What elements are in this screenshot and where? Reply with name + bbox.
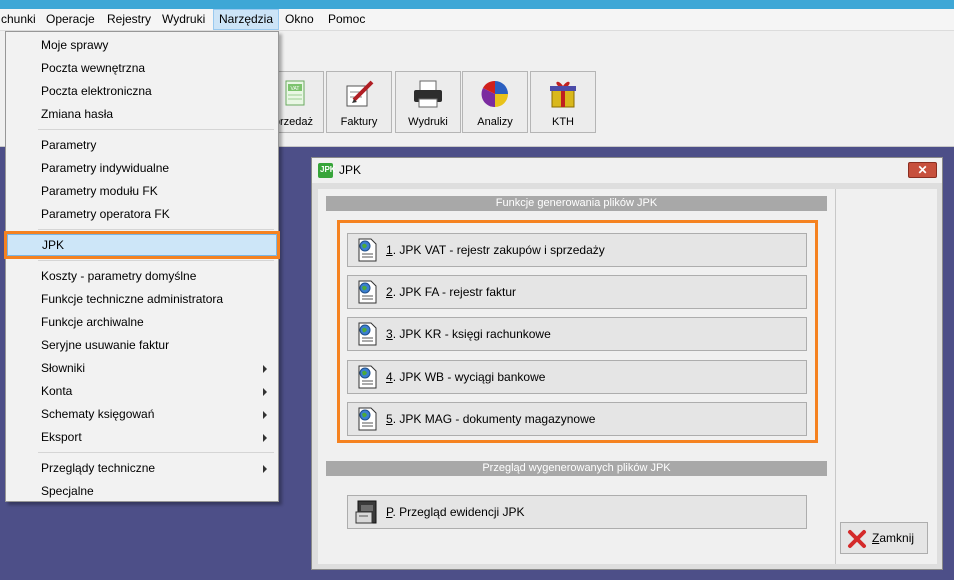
- menu-item-schematy-ksi-gowa-[interactable]: Schematy księgowań: [7, 403, 277, 425]
- pie-chart-icon: [481, 80, 508, 108]
- svg-text:VAT: VAT: [291, 86, 300, 92]
- app-title-bar: [0, 0, 954, 9]
- menu-item-label: Przeglądy techniczne: [41, 461, 156, 475]
- menu-pomoc[interactable]: Pomoc: [323, 9, 370, 30]
- toolbar-button-analizy[interactable]: Analizy: [462, 71, 528, 133]
- menu-rachunki[interactable]: chunki: [0, 9, 41, 30]
- archive-cabinet-icon: [355, 500, 377, 524]
- close-label: amknij: [879, 531, 915, 545]
- menu-wydruki[interactable]: Wydruki: [157, 9, 210, 30]
- menu-item-label: Poczta wewnętrzna: [41, 61, 146, 75]
- menu-item-moje-sprawy[interactable]: Moje sprawy: [7, 34, 277, 56]
- menu-item-label: Schematy księgowań: [41, 407, 155, 421]
- toolbar-button-wydruki[interactable]: Wydruki: [395, 71, 461, 133]
- section-header-review: Przegląd wygenerowanych plików JPK: [326, 461, 827, 476]
- menu-item-zmiana-has-a[interactable]: Zmiana hasła: [7, 103, 277, 125]
- menu-item-koszty-parametry-domy-lne[interactable]: Koszty - parametry domyślne: [7, 265, 277, 287]
- jpk-window-title: JPK: [339, 163, 362, 177]
- menu-item-parametry-modu-u-fk[interactable]: Parametry modułu FK: [7, 180, 277, 202]
- menu-rejestry[interactable]: Rejestry: [102, 9, 156, 30]
- narzedzia-dropdown-menu: Moje sprawy Poczta wewnętrzna Poczta elekt…: [4, 31, 280, 502]
- menu-item-label: Parametry operatora FK: [41, 207, 170, 221]
- menu-item-funkcje-techniczne-administratora[interactable]: Funkcje techniczne administratora: [7, 288, 277, 310]
- toolbar-label-analizy: Analizy: [477, 116, 513, 128]
- menu-narzedzia[interactable]: Narzędzia: [213, 9, 280, 30]
- menu-item-label: Konta: [41, 384, 73, 398]
- menu-item-przegl-dy-techniczne[interactable]: Przeglądy techniczne: [7, 457, 277, 479]
- menu-item-parametry-indywidualne[interactable]: Parametry indywidualne: [7, 157, 277, 179]
- jpk-review-button[interactable]: P. Przegląd ewidencji JPK: [347, 495, 807, 529]
- menu-separator: [38, 452, 274, 453]
- window-close-icon[interactable]: ✕: [908, 162, 937, 178]
- menu-separator: [38, 260, 274, 261]
- jpk-logo-icon: JPK: [318, 163, 336, 178]
- red-x-icon: [848, 530, 866, 548]
- close-button[interactable]: Zamknij: [840, 522, 928, 554]
- menu-operacje[interactable]: Operacje: [41, 9, 100, 30]
- invoice-pen-icon: [346, 80, 374, 107]
- submenu-arrow-icon: [263, 388, 267, 396]
- menu-item-specjalne[interactable]: Specjalne: [7, 480, 277, 502]
- menu-okno[interactable]: Okno: [280, 9, 319, 30]
- menu-item-seryjne-usuwanie-faktur[interactable]: Seryjne usuwanie faktur: [7, 334, 277, 356]
- menu-bar: chunki Operacje Rejestry Wydruki Narzędz…: [0, 9, 954, 31]
- jpk-review-label: . Przegląd ewidencji JPK: [392, 505, 525, 519]
- menu-item-jpk[interactable]: JPK: [4, 231, 280, 259]
- toolbar-button-kth[interactable]: KTH: [530, 71, 596, 133]
- menu-item-konta[interactable]: Konta: [7, 380, 277, 402]
- menu-item-parametry-operatora-fk[interactable]: Parametry operatora FK: [7, 203, 277, 225]
- menu-item-poczta-elektroniczna[interactable]: Poczta elektroniczna: [7, 80, 277, 102]
- submenu-arrow-icon: [263, 411, 267, 419]
- submenu-arrow-icon: [263, 365, 267, 373]
- menu-item-label: Funkcje techniczne administratora: [41, 292, 224, 306]
- submenu-arrow-icon: [263, 465, 267, 473]
- menu-item-label: Funkcje archiwalne: [41, 315, 144, 329]
- menu-item-label: Parametry modułu FK: [41, 184, 158, 198]
- menu-item-s-owniki[interactable]: Słowniki: [7, 357, 277, 379]
- menu-item-poczta-wewn-trzna[interactable]: Poczta wewnętrzna: [7, 57, 277, 79]
- toolbar-label-wydruki: Wydruki: [408, 116, 448, 128]
- menu-item-label: Słowniki: [41, 361, 86, 375]
- gift-icon: [550, 81, 576, 108]
- section-header-generate: Funkcje generowania plików JPK: [326, 196, 827, 211]
- menu-item-eksport[interactable]: Eksport: [7, 426, 277, 448]
- menu-item-label: Specjalne: [41, 484, 94, 498]
- menu-item-parametry[interactable]: Parametry: [7, 134, 277, 156]
- toolbar-label-kth: KTH: [552, 116, 574, 128]
- menu-item-label: Moje sprawy: [41, 38, 109, 52]
- menu-item-label: Poczta elektroniczna: [41, 84, 152, 98]
- jpk-logo-text: JPK: [320, 165, 336, 174]
- menu-item-label: JPK: [42, 238, 65, 252]
- toolbar-button-faktury[interactable]: Faktury: [326, 71, 392, 133]
- jpk-right-panel: [835, 189, 937, 564]
- highlight-frame: [337, 220, 818, 443]
- menu-item-label: Parametry: [41, 138, 97, 152]
- menu-item-label: Seryjne usuwanie faktur: [41, 338, 170, 352]
- menu-item-label: Koszty - parametry domyślne: [41, 269, 197, 283]
- jpk-window-titlebar: JPK JPK ✕: [312, 158, 942, 183]
- menu-item-funkcje-archiwalne[interactable]: Funkcje archiwalne: [7, 311, 277, 333]
- toolbar-label-faktury: Faktury: [340, 116, 378, 128]
- menu-item-label: Eksport: [41, 430, 82, 444]
- submenu-arrow-icon: [263, 434, 267, 442]
- menu-separator: [38, 229, 274, 230]
- menu-item-label: Zmiana hasła: [41, 107, 114, 121]
- menu-separator: [38, 129, 274, 130]
- printer-icon: [414, 80, 442, 108]
- menu-item-label: Parametry indywidualne: [41, 161, 170, 175]
- vat-document-icon: VAT: [285, 80, 305, 106]
